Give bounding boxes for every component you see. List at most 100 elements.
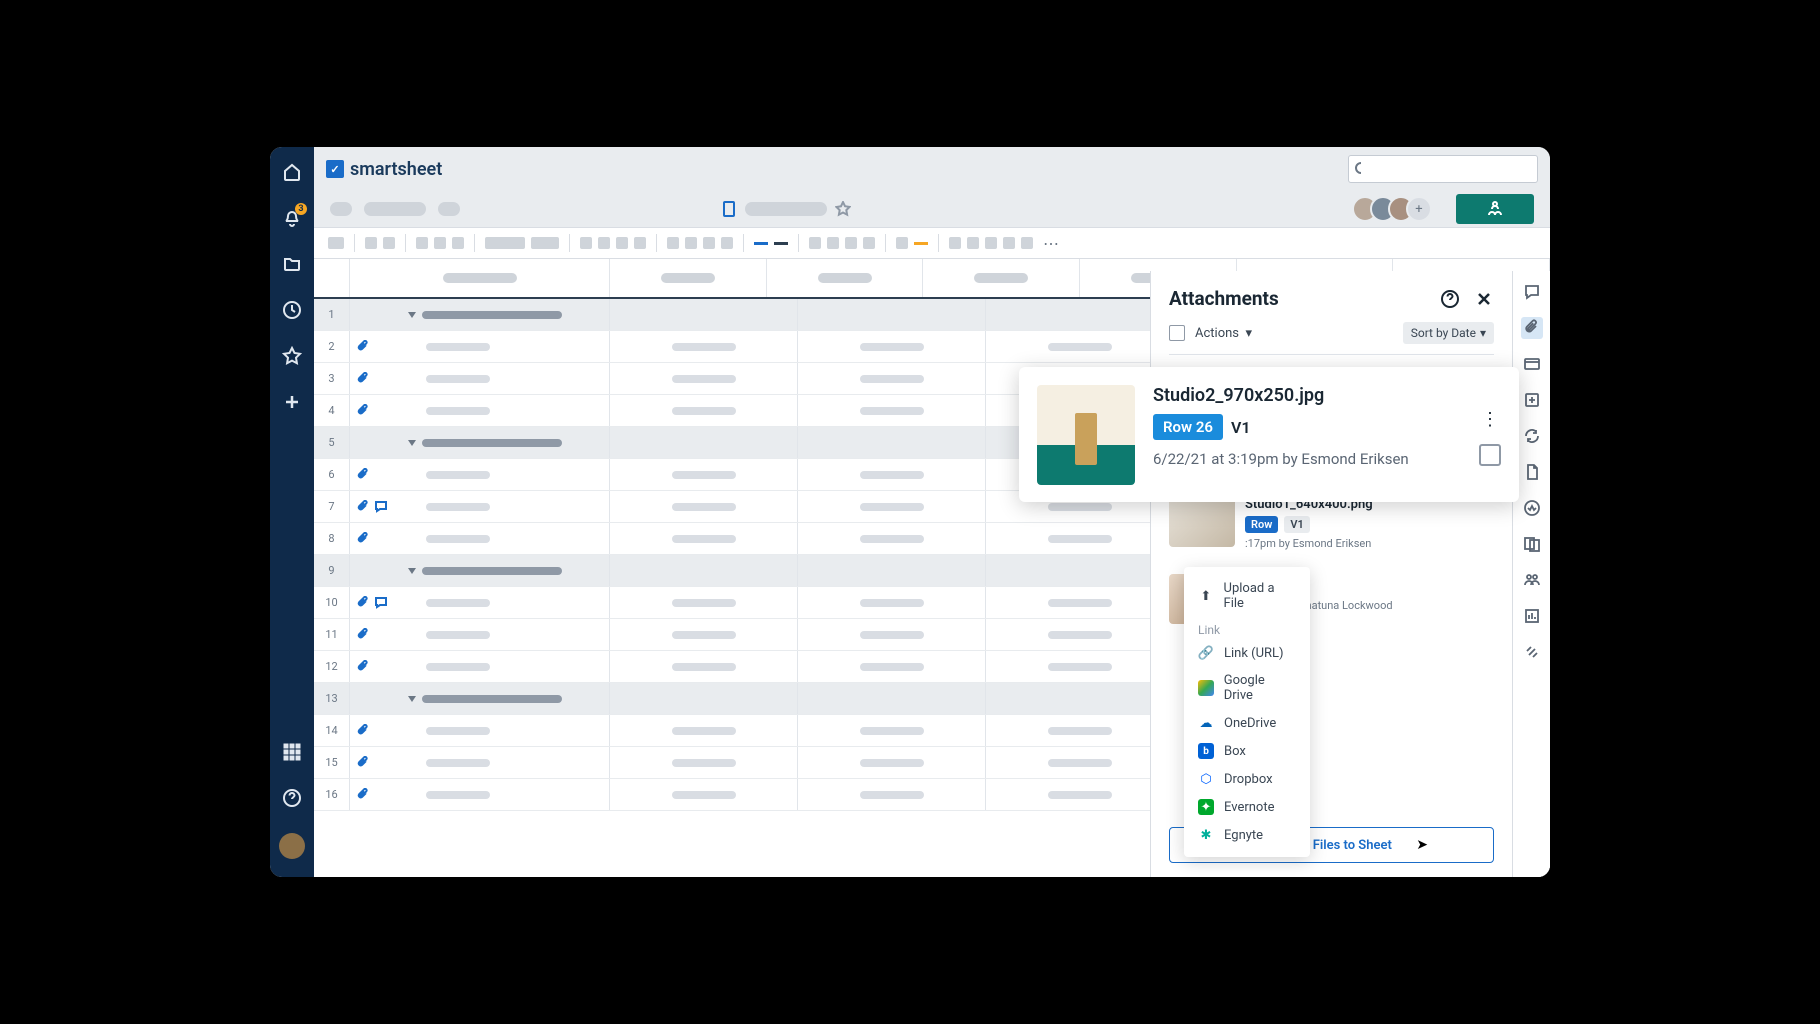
top-bar: ✓ smartsheet <box>314 147 1550 191</box>
link-icon: 🔗 <box>1198 645 1214 661</box>
row-attachment-icon[interactable] <box>356 628 370 642</box>
row-attachment-icon[interactable] <box>356 756 370 770</box>
row-number: 9 <box>314 555 350 586</box>
menu-onedrive[interactable]: ☁OneDrive <box>1184 709 1310 737</box>
row-attachment-icon[interactable] <box>356 660 370 674</box>
brand: ✓ smartsheet <box>326 159 442 180</box>
sort-dropdown[interactable]: Sort by Date ▾ <box>1403 322 1494 344</box>
attachment-by: :17pm by Esmond Eriksen <box>1245 537 1494 550</box>
search-input[interactable] <box>1365 162 1531 177</box>
refresh-icon[interactable] <box>1521 425 1543 447</box>
row-number: 13 <box>314 683 350 714</box>
row-number: 6 <box>314 459 350 490</box>
attachment-preview-card: Studio2_970x250.jpg Row 26 V1 6/22/21 at… <box>1019 367 1519 502</box>
row-comment-icon[interactable] <box>374 500 388 514</box>
kebab-icon[interactable]: ⋮ <box>1481 409 1499 430</box>
add-icon[interactable] <box>281 391 303 413</box>
folder-icon[interactable] <box>281 253 303 275</box>
attach-source-menu: ⬆Upload a File Link 🔗Link (URL) Google D… <box>1184 567 1310 857</box>
row-attachment-icon[interactable] <box>356 724 370 738</box>
menu-egnyte[interactable]: ✱Egnyte <box>1184 821 1310 849</box>
row-attachment-icon[interactable] <box>356 788 370 802</box>
preview-thumbnail <box>1037 385 1135 485</box>
star-icon[interactable] <box>835 201 851 217</box>
row-badge: Row <box>1245 516 1278 533</box>
expand-icon[interactable] <box>408 696 416 702</box>
panel-title: Attachments <box>1169 287 1279 310</box>
document-icon[interactable] <box>1521 461 1543 483</box>
row-attachment-icon[interactable] <box>356 532 370 546</box>
attachments-icon[interactable] <box>1521 317 1543 339</box>
row-attachment-icon[interactable] <box>356 468 370 482</box>
menu-google-drive[interactable]: Google Drive <box>1184 667 1310 709</box>
actions-dropdown[interactable]: Actions ▾ <box>1195 326 1252 341</box>
brand-tool-icon[interactable] <box>1521 389 1543 411</box>
expand-icon[interactable] <box>408 568 416 574</box>
share-button[interactable] <box>1456 194 1534 224</box>
versions-icon[interactable] <box>1521 533 1543 555</box>
row-number: 8 <box>314 523 350 554</box>
row-attachment-icon[interactable] <box>356 372 370 386</box>
attachment-thumbnail <box>1169 497 1235 547</box>
avatar-stack[interactable]: + <box>1360 196 1432 222</box>
row-number: 2 <box>314 331 350 362</box>
user-avatar[interactable] <box>279 833 305 859</box>
search-box[interactable] <box>1348 155 1538 183</box>
menu-evernote[interactable]: ✦Evernote <box>1184 793 1310 821</box>
menu-link-url[interactable]: 🔗Link (URL) <box>1184 639 1310 667</box>
onedrive-icon: ☁ <box>1198 715 1214 731</box>
row-number: 11 <box>314 619 350 650</box>
dropbox-icon: ⬡ <box>1198 771 1214 787</box>
summary-icon[interactable] <box>1521 605 1543 627</box>
menu-dropbox[interactable]: ⬡Dropbox <box>1184 765 1310 793</box>
comments-icon[interactable] <box>1521 281 1543 303</box>
row-number: 7 <box>314 491 350 522</box>
help-icon[interactable] <box>281 787 303 809</box>
menu-upload-file[interactable]: ⬆Upload a File <box>1184 575 1310 617</box>
evernote-icon: ✦ <box>1198 799 1214 815</box>
close-icon[interactable] <box>1474 289 1494 309</box>
row-number: 15 <box>314 747 350 778</box>
tool-rail <box>1512 271 1550 877</box>
activity-icon[interactable] <box>1521 497 1543 519</box>
row-number: 16 <box>314 779 350 810</box>
egnyte-icon: ✱ <box>1198 827 1214 843</box>
notifications-icon[interactable]: 3 <box>281 207 303 229</box>
toolbar-overflow-icon[interactable]: ⋯ <box>1043 234 1059 253</box>
proofs-icon[interactable] <box>1521 353 1543 375</box>
favorites-icon[interactable] <box>281 345 303 367</box>
recent-icon[interactable] <box>281 299 303 321</box>
connections-icon[interactable] <box>1521 641 1543 663</box>
row-attachment-icon[interactable] <box>356 596 370 610</box>
row-comment-icon[interactable] <box>374 596 388 610</box>
expand-icon[interactable] <box>408 440 416 446</box>
brand-icon: ✓ <box>326 160 344 178</box>
row-attachment-icon[interactable] <box>356 340 370 354</box>
version-badge: V1 <box>1284 516 1309 533</box>
select-all-checkbox[interactable] <box>1169 325 1185 341</box>
sheet-icon <box>721 201 737 217</box>
preview-version-badge: V1 <box>1231 418 1251 437</box>
search-icon <box>1355 162 1361 176</box>
expand-icon[interactable] <box>408 312 416 318</box>
row-number: 1 <box>314 299 350 330</box>
home-icon[interactable] <box>281 161 303 183</box>
row-number: 14 <box>314 715 350 746</box>
apps-icon[interactable] <box>281 741 303 763</box>
menu-box[interactable]: bBox <box>1184 737 1310 765</box>
nav-rail: 3 <box>270 147 314 877</box>
toolbar: ⋯ <box>314 227 1550 259</box>
brand-text: smartsheet <box>350 159 442 180</box>
row-attachment-icon[interactable] <box>356 500 370 514</box>
row-number: 3 <box>314 363 350 394</box>
preview-row-badge: Row 26 <box>1153 414 1223 440</box>
row-number: 12 <box>314 651 350 682</box>
upload-icon: ⬆ <box>1198 588 1214 604</box>
row-attachment-icon[interactable] <box>356 404 370 418</box>
preview-checkbox[interactable] <box>1479 444 1501 466</box>
breadcrumb-bar: + <box>314 191 1550 227</box>
panel-help-icon[interactable] <box>1440 289 1460 309</box>
row-number: 5 <box>314 427 350 458</box>
people-icon[interactable] <box>1521 569 1543 591</box>
row-number: 4 <box>314 395 350 426</box>
